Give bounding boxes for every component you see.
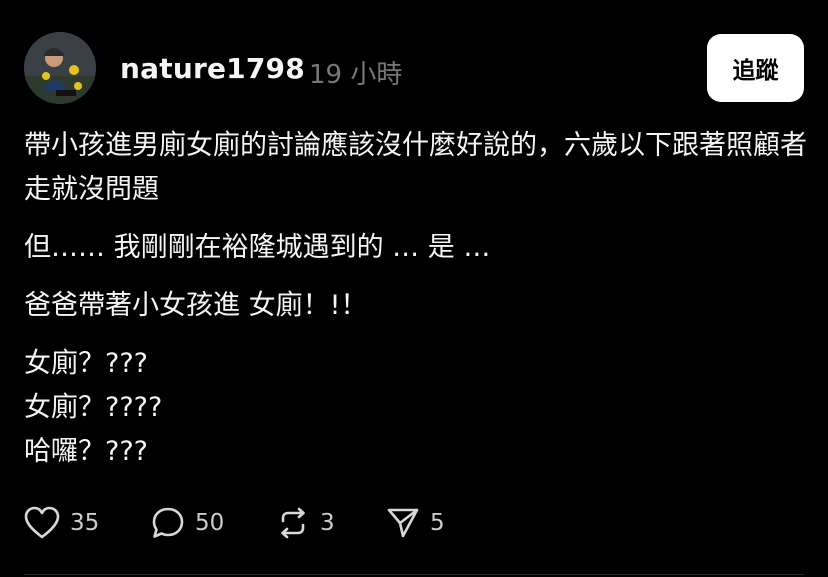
post-header: nature1798 19 小時 追蹤 <box>24 32 804 104</box>
repost-button[interactable]: 3 <box>276 503 335 543</box>
comment-button[interactable]: 50 <box>151 503 224 543</box>
comment-bubble-icon <box>152 507 184 538</box>
post-divider <box>24 574 804 575</box>
username[interactable]: nature1798 <box>120 52 305 85</box>
heart-icon <box>24 506 60 539</box>
post-body: 帶小孩進男廁女廁的討論應該沒什麼好說的，六歲以下跟著照顧者走就沒問題 但…… 我… <box>24 124 814 474</box>
like-button[interactable]: 35 <box>24 503 99 543</box>
post-paragraph: 帶小孩進男廁女廁的討論應該沒什麼好說的，六歲以下跟著照顧者走就沒問題 <box>24 130 807 205</box>
post-actions: 35 50 3 5 <box>24 503 524 543</box>
share-count: 5 <box>430 510 445 536</box>
post-paragraph: 爸爸帶著小女孩進 女廁！!！ <box>24 290 368 321</box>
repost-icon <box>281 507 305 539</box>
post-paragraph: 但…… 我剛剛在裕隆城遇到的 … 是 … <box>24 232 491 263</box>
post-paragraph: 女廁？???? <box>24 392 163 423</box>
avatar[interactable] <box>24 32 96 104</box>
repost-count: 3 <box>320 510 335 536</box>
follow-button[interactable]: 追蹤 <box>707 34 804 102</box>
post-timestamp: 19 小時 <box>309 60 403 90</box>
thread-post: nature1798 19 小時 追蹤 帶小孩進男廁女廁的討論應該沒什麼好說的，… <box>0 0 828 577</box>
post-paragraph: 哈囉？??? <box>24 436 148 467</box>
send-icon <box>387 508 419 538</box>
post-paragraph: 女廁？??? <box>24 348 148 379</box>
like-count: 35 <box>70 510 100 536</box>
share-button[interactable]: 5 <box>386 503 445 543</box>
avatar-image <box>24 32 96 104</box>
comment-count: 50 <box>195 510 225 536</box>
